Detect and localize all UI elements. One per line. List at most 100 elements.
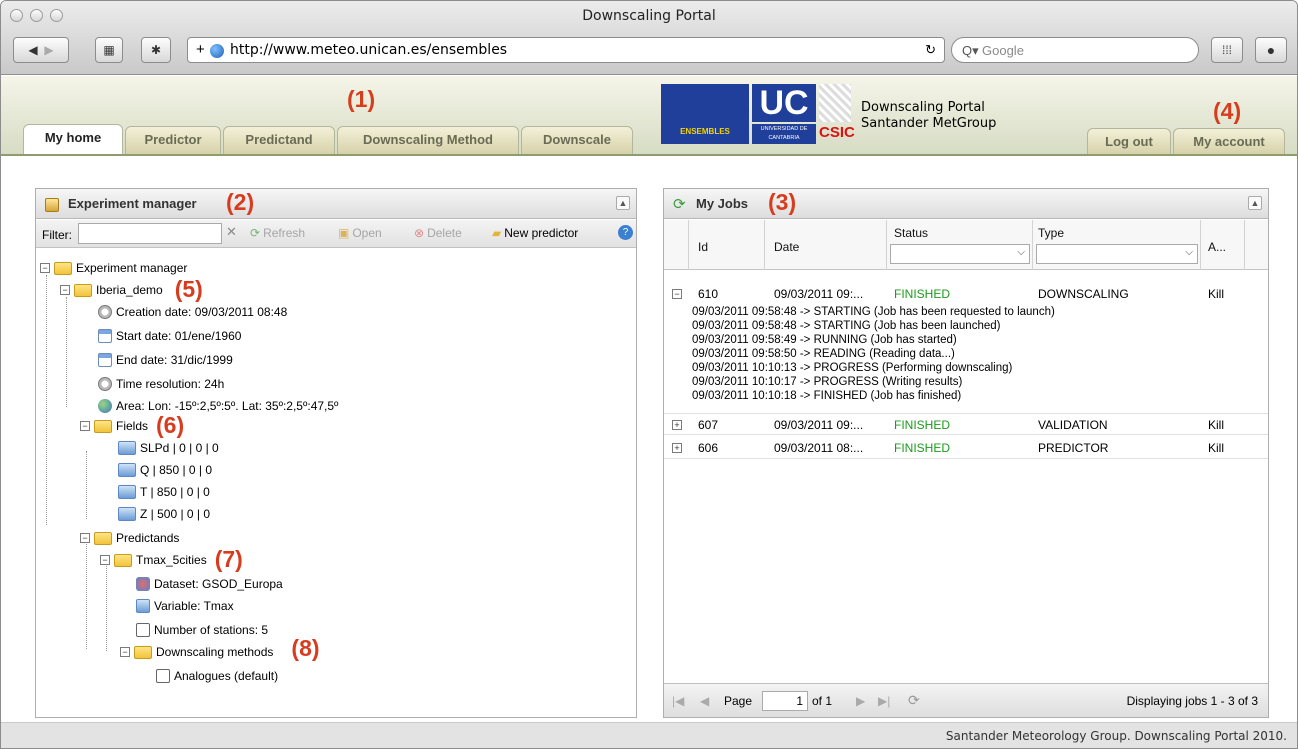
tab-downscale[interactable]: Downscale [521,126,633,154]
collapse-node-icon[interactable]: − [60,285,70,295]
back-forward-buttons[interactable]: ◀ ▶ [13,37,69,63]
tab-downscaling-method[interactable]: Downscaling Method [337,126,519,154]
collapse-icon[interactable]: ▲ [616,196,630,210]
job-log: 09/03/2011 09:58:48 -> STARTING (Job has… [692,306,1055,402]
collapse-icon[interactable]: ▲ [1248,196,1262,210]
last-page-icon[interactable]: ▶| [878,694,890,708]
bookmarks-grid-button[interactable]: ▦ [95,37,123,63]
status-filter-select[interactable]: ⌵ [890,244,1030,264]
column-header-date[interactable]: Date [774,240,799,254]
table-row[interactable]: − 610 09/03/2011 09:... FINISHED DOWNSCA… [664,283,1268,305]
tab-my-home[interactable]: My home [23,124,123,154]
collapse-node-icon[interactable]: − [120,647,130,657]
tree-node-area[interactable]: Area: Lon: -15º:2,5º:5º. Lat: 35º:2,5º:4… [98,395,338,417]
debug-button[interactable]: ✱ [141,37,171,63]
kill-link[interactable]: Kill [1208,441,1224,455]
top-sites-button[interactable]: ⁞⁞⁞ [1211,37,1243,63]
refresh-icon: ⟳ [673,196,686,213]
url-text[interactable]: http://www.meteo.unican.es/ensembles [230,42,507,58]
tab-log-out[interactable]: Log out [1087,128,1171,154]
tree-node-root[interactable]: − Experiment manager [40,257,187,279]
add-bookmark-icon[interactable]: + [196,41,205,58]
tab-predictand[interactable]: Predictand [223,126,335,154]
collapse-row-icon[interactable]: − [672,289,682,299]
kill-link[interactable]: Kill [1208,418,1224,432]
tree-node-tmax-5cities[interactable]: − Tmax_5cities (7) [100,546,243,572]
globe-icon [98,399,112,413]
tree-node-predictands[interactable]: − Predictands [80,527,179,549]
page-number-input[interactable]: 1 [762,691,808,711]
column-header-type[interactable]: Type [1038,226,1064,240]
variable-icon [136,599,150,613]
next-page-icon[interactable]: ▶ [856,694,865,708]
first-page-icon[interactable]: |◀ [672,694,684,708]
collapse-node-icon[interactable]: − [100,555,110,565]
filter-label: Filter: [42,228,72,242]
open-button[interactable]: ▣ Open [338,226,382,240]
address-bar[interactable]: + http://www.meteo.unican.es/ensembles ↻ [187,37,945,63]
tree-label: End date: 31/dic/1999 [116,353,233,367]
search-field[interactable]: Q▾ Google [951,37,1199,63]
back-icon[interactable]: ◀ [28,43,37,57]
tab-predictor[interactable]: Predictor [125,126,221,154]
forward-icon[interactable]: ▶ [44,43,53,57]
tree-node-field[interactable]: SLPd | 0 | 0 | 0 [118,437,219,459]
expand-row-icon[interactable]: + [672,443,682,453]
tree-label: Experiment manager [76,261,188,275]
tree-label: Start date: 01/ene/1960 [116,329,242,343]
table-row[interactable]: + 606 09/03/2011 08:... FINISHED PREDICT… [664,437,1268,459]
experiment-manager-panel: Experiment manager (2) ▲ Filter: ✕ ⟳ Refr… [35,188,637,718]
tree-node-creation-date[interactable]: Creation date: 09/03/2011 08:48 [98,301,287,323]
column-header-id[interactable]: Id [698,240,708,254]
refresh-button[interactable]: ⟳ Refresh [250,226,305,240]
new-folder-icon: ▰ [492,226,502,240]
collapse-node-icon[interactable]: − [80,533,90,543]
job-status: FINISHED [894,418,951,432]
help-icon[interactable]: ? [618,225,633,240]
brand-line-1: Downscaling Portal [861,100,985,115]
tree-node-downscaling-methods[interactable]: − Downscaling methods (8) [120,635,320,663]
reload-icon[interactable]: ↻ [925,42,936,58]
tree-node-fields[interactable]: − Fields (6) [80,412,184,438]
clear-filter-icon[interactable]: ✕ [226,224,237,240]
tree-node-start-date[interactable]: Start date: 01/ene/1960 [98,325,241,347]
uc-logo: UC [752,84,816,122]
tree-node-field[interactable]: Q | 850 | 0 | 0 [118,459,212,481]
tree-node-field[interactable]: T | 850 | 0 | 0 [118,481,210,503]
folder-icon [94,419,112,433]
expand-row-icon[interactable]: + [672,420,682,430]
collapse-node-icon[interactable]: − [40,263,50,273]
tree-node-dataset[interactable]: Dataset: GSOD_Europa [136,573,283,595]
prev-page-icon[interactable]: ◀ [700,694,709,708]
tree-node-time-resolution[interactable]: Time resolution: 24h [98,373,224,395]
tree-node-end-date[interactable]: End date: 31/dic/1999 [98,349,233,371]
job-type: DOWNSCALING [1038,287,1129,301]
job-type: PREDICTOR [1038,441,1109,455]
table-row[interactable]: + 607 09/03/2011 09:... FINISHED VALIDAT… [664,413,1268,435]
refresh-icon: ⟳ [250,226,261,240]
job-date: 09/03/2011 08:... [774,441,864,455]
tree-node-field[interactable]: Z | 500 | 0 | 0 [118,503,210,525]
tree-node-analogues[interactable]: Analogues (default) [156,665,278,687]
callout-3: (3) [768,189,797,215]
tree-node-stations[interactable]: Number of stations: 5 [136,619,268,641]
job-id: 607 [698,418,719,432]
new-predictor-button[interactable]: ▰ New predictor [492,226,578,240]
page-of-label: of 1 [812,694,833,708]
collapse-node-icon[interactable]: − [80,421,90,431]
browser-window: Downscaling Portal ◀ ▶ ▦ ✱ + http://www.… [0,0,1298,749]
type-filter-select[interactable]: ⌵ [1036,244,1198,264]
panel-title: Experiment manager [68,196,197,211]
job-id: 606 [698,441,719,455]
refresh-icon[interactable]: ⟳ [908,692,920,709]
downloads-button[interactable]: ● [1255,37,1287,63]
column-header-actions[interactable]: A... [1208,240,1226,254]
tab-my-account[interactable]: My account [1173,128,1285,154]
uc-logo-subtitle: UNIVERSIDAD DE CANTABRIA [752,124,816,144]
filter-input[interactable] [78,223,222,244]
tree-node-iberia-demo[interactable]: − Iberia_demo (5) [60,276,203,302]
column-header-status[interactable]: Status [894,226,928,240]
delete-button[interactable]: ⊗ Delete [414,226,462,240]
tree-node-variable[interactable]: Variable: Tmax [136,595,234,617]
kill-link[interactable]: Kill [1208,287,1224,301]
